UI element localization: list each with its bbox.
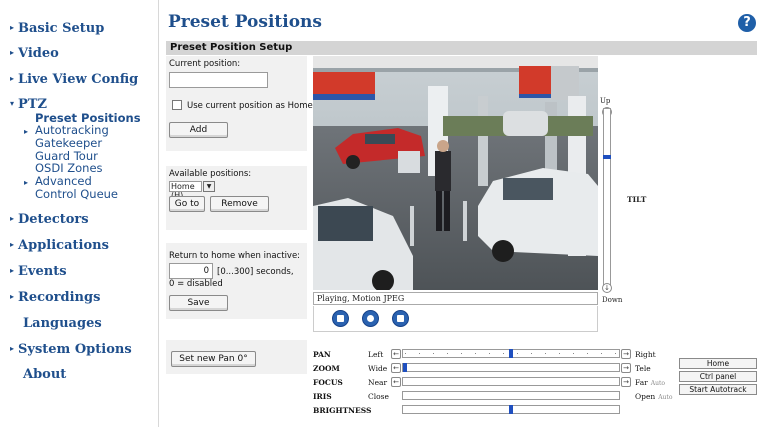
video-status: Playing, Motion JPEG (313, 292, 598, 305)
chevron-right-icon: ▸ (24, 127, 29, 136)
iris-close-label: Close (368, 392, 389, 401)
chevron-down-icon: ▾ (10, 98, 15, 108)
start-autotrack-button[interactable]: Start Autotrack (679, 384, 757, 395)
focus-far-arrow-icon[interactable]: → (621, 377, 631, 387)
chevron-right-icon: ▸ (10, 239, 15, 249)
tilt-slider-thumb[interactable] (603, 155, 611, 160)
nav-events[interactable]: ▸ Events (10, 264, 67, 279)
use-home-label: Use current position as Home (187, 101, 313, 111)
current-position-label: Current position: (169, 59, 241, 69)
pan-left-label: Left (368, 350, 384, 359)
video-controls (313, 306, 598, 332)
available-positions-panel: Available positions: Home (H) ▼ Go to Re… (166, 166, 307, 230)
chevron-right-icon: ▸ (10, 343, 15, 353)
nav-system-options[interactable]: ▸ System Options (10, 342, 132, 357)
video-stream[interactable] (313, 56, 598, 290)
return-home-note: 0 = disabled (169, 279, 223, 289)
save-button[interactable]: Save (169, 295, 228, 311)
nav-detectors[interactable]: ▸ Detectors (10, 212, 89, 227)
sidebar-item-control-queue[interactable]: Control Queue (35, 188, 118, 201)
return-home-panel: Return to home when inactive: 0 [0...300… (166, 243, 307, 319)
return-home-range: [0...300] seconds, (217, 267, 294, 277)
focus-label: FOCUS (313, 378, 343, 387)
pan-slider[interactable] (402, 349, 620, 358)
nav-ptz[interactable]: ▾ PTZ (10, 97, 47, 112)
nav-recordings[interactable]: ▸ Recordings (10, 290, 100, 305)
focus-near-label: Near (368, 378, 388, 387)
chevron-down-icon[interactable]: ▼ (203, 181, 215, 192)
iris-auto-link[interactable]: Auto (658, 394, 672, 401)
goto-button[interactable]: Go to (169, 196, 205, 212)
available-positions-select[interactable]: Home (H) (169, 181, 202, 200)
current-position-input[interactable] (169, 72, 268, 88)
chevron-right-icon: ▸ (10, 291, 15, 301)
tilt-slider[interactable] (603, 108, 611, 286)
zoom-wide-arrow-icon[interactable]: ← (391, 363, 401, 373)
pan-slider-thumb[interactable] (509, 349, 513, 358)
tilt-up-label: Up (600, 97, 611, 105)
brightness-slider-thumb[interactable] (509, 405, 513, 414)
focus-far-label: Far Auto (635, 378, 665, 387)
chevron-right-icon: ▸ (10, 47, 15, 57)
section-header: Preset Position Setup (166, 41, 757, 55)
pan-right-label: Right (635, 350, 656, 359)
focus-slider[interactable] (402, 377, 620, 386)
pan-label: PAN (313, 350, 331, 359)
iris-slider[interactable] (402, 391, 620, 400)
zoom-wide-label: Wide (368, 364, 388, 373)
set-new-pan-button[interactable]: Set new Pan 0° (171, 351, 256, 367)
sidebar-divider (158, 0, 159, 427)
help-icon[interactable]: ? (738, 14, 756, 32)
nav-live-view-config[interactable]: ▸ Live View Config (10, 72, 138, 87)
nav-about[interactable]: About (23, 367, 66, 382)
page-title: Preset Positions (168, 12, 322, 32)
zoom-tele-label: Tele (635, 364, 651, 373)
gas-station-scene-image (313, 56, 598, 290)
chevron-right-icon: ▸ (10, 73, 15, 83)
focus-auto-link[interactable]: Auto (651, 380, 665, 387)
iris-label: IRIS (313, 392, 332, 401)
nav-video[interactable]: ▸ Video (10, 46, 59, 61)
home-button[interactable]: Home (679, 358, 757, 369)
nav-applications[interactable]: ▸ Applications (10, 238, 109, 253)
iris-open-label: Open Auto (635, 392, 673, 401)
set-pan-panel: Set new Pan 0° (166, 340, 307, 374)
nav-basic-setup[interactable]: ▸ Basic Setup (10, 21, 104, 36)
snapshot-icon[interactable] (362, 310, 379, 327)
stop-icon[interactable] (332, 310, 349, 327)
remove-button[interactable]: Remove (210, 196, 269, 212)
sidebar: ▸ Basic Setup ▸ Video ▸ Live View Config ▾ P… (0, 0, 160, 427)
tilt-title: TILT (627, 195, 647, 204)
brightness-slider[interactable] (402, 405, 620, 414)
chevron-right-icon: ▸ (10, 22, 15, 32)
add-preset-panel: Current position: Use current position a… (166, 56, 313, 151)
focus-near-arrow-icon[interactable]: ← (391, 377, 401, 387)
zoom-slider-thumb[interactable] (403, 363, 407, 372)
chevron-right-icon: ▸ (10, 265, 15, 275)
available-positions-label: Available positions: (169, 169, 252, 179)
pan-right-arrow-icon[interactable]: → (621, 349, 631, 359)
return-home-input[interactable]: 0 (169, 263, 213, 279)
nav-languages[interactable]: Languages (23, 316, 102, 331)
chevron-right-icon: ▸ (24, 178, 29, 187)
ctrl-panel-button[interactable]: Ctrl panel (679, 371, 757, 382)
brightness-label: BRIGHTNESS (313, 406, 372, 415)
tilt-down-label: Down (602, 296, 623, 304)
tilt-down-arrow-icon[interactable]: ↓ (602, 283, 612, 293)
return-home-label: Return to home when inactive: (169, 251, 301, 261)
view-full-icon[interactable] (392, 310, 409, 327)
zoom-slider[interactable] (402, 363, 620, 372)
zoom-label: ZOOM (313, 364, 340, 373)
pan-left-arrow-icon[interactable]: ← (391, 349, 401, 359)
use-home-checkbox[interactable] (172, 100, 182, 110)
zoom-tele-arrow-icon[interactable]: → (621, 363, 631, 373)
add-button[interactable]: Add (169, 122, 228, 138)
chevron-right-icon: ▸ (10, 213, 15, 223)
